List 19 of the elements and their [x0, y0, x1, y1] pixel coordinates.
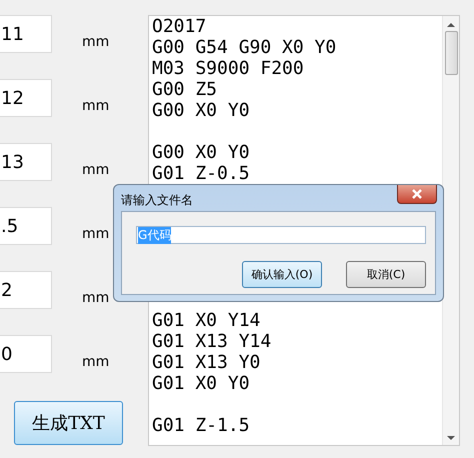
unit-label: mm — [82, 98, 110, 114]
dialog-title: 请输入文件名 — [121, 192, 193, 209]
code-line: G01 X0 Y0 — [152, 373, 251, 394]
unit-label: mm — [82, 34, 110, 50]
unit-label: mm — [82, 354, 110, 370]
code-line: M03 S9000 F200 — [152, 58, 305, 79]
code-line: G01 X13 Y14 — [152, 331, 272, 352]
unit-label: mm — [82, 226, 110, 242]
code-line: G01 Z-0.5 — [152, 163, 251, 184]
code-line: G01 Z-1.5 — [152, 415, 251, 436]
code-line: G01 X13 Y0 — [152, 352, 262, 373]
code-line: G00 X0 Y0 — [152, 142, 251, 163]
code-line: G01 X0 Y14 — [152, 310, 262, 331]
code-line: G00 Z5 — [152, 79, 218, 100]
unit-label: mm — [82, 162, 110, 178]
code-line: G00 X0 Y0 — [152, 100, 251, 121]
unit-label: mm — [82, 290, 110, 306]
code-line: O2017 — [152, 16, 208, 37]
code-line: G00 G54 G90 X0 Y0 — [152, 37, 338, 58]
